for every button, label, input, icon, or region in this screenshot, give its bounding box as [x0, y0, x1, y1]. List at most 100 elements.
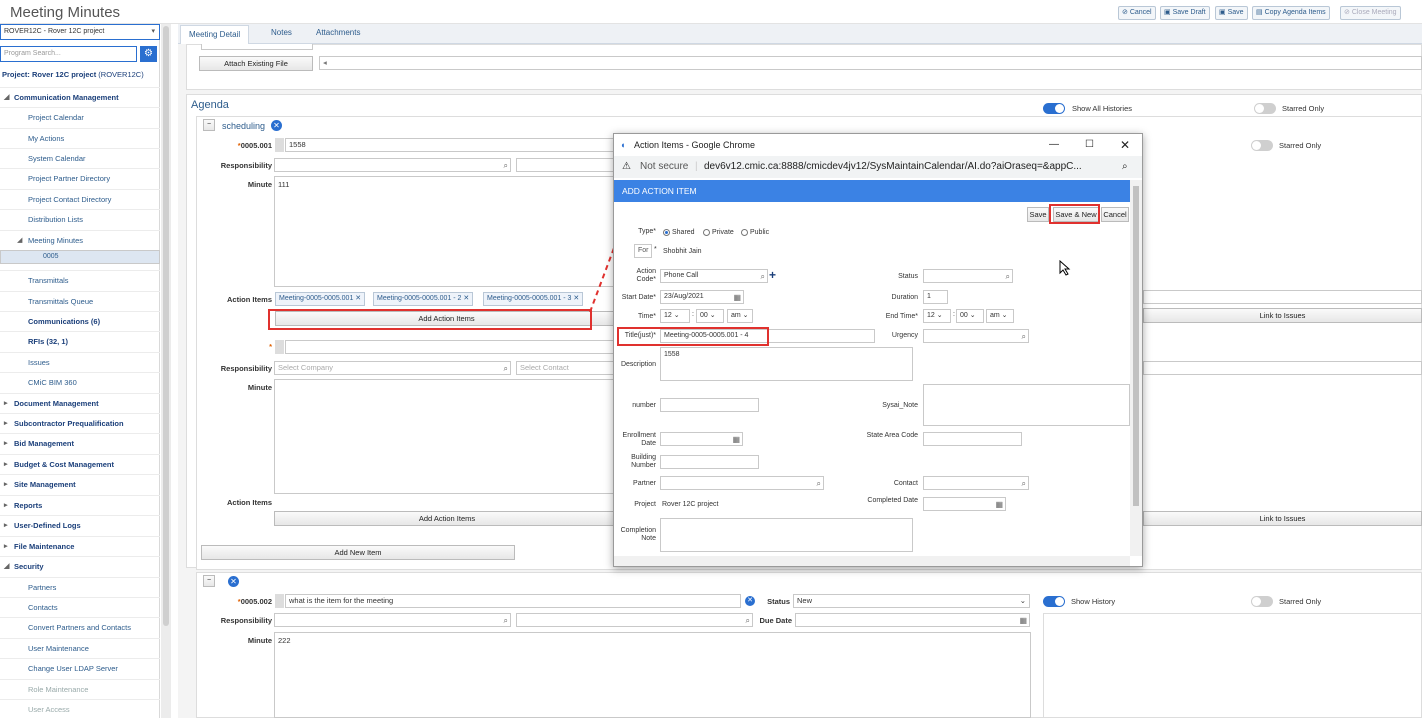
chevron-right-icon[interactable]: ▸ [4, 434, 8, 454]
tab-meeting-detail[interactable]: Meeting Detail [180, 25, 250, 44]
sidebar-item[interactable]: ▸ Site Management [0, 474, 160, 494]
sidebar-item[interactable]: Distribution Lists [0, 209, 160, 229]
remove-item-icon[interactable]: ✕ [228, 576, 239, 587]
building-number-input[interactable] [660, 455, 759, 469]
gear-icon[interactable]: ⚙ [140, 46, 157, 62]
clear-icon[interactable]: ✕ [745, 596, 755, 606]
add-new-item-button[interactable]: Add New Item [201, 545, 515, 560]
sidebar-item[interactable]: ▸ User-Defined Logs [0, 515, 160, 535]
collapse-icon[interactable]: − [203, 119, 215, 131]
contact-input[interactable]: Select Contact [516, 361, 626, 375]
time-hour-select[interactable]: 12 ⌄ [660, 309, 690, 323]
urgency-input[interactable]: ⌕ [923, 329, 1029, 343]
time-min-select[interactable]: 00 ⌄ [696, 309, 724, 323]
partner-input[interactable]: ⌕ [660, 476, 824, 490]
action-code-input[interactable]: Phone Call ⌕ [660, 269, 768, 283]
company-input[interactable]: ⌕ [274, 613, 511, 627]
type-private-radio[interactable] [703, 229, 710, 236]
sidebar-item[interactable]: Project Contact Directory [0, 189, 160, 209]
cancel-button[interactable]: Cancel [1101, 207, 1129, 222]
starred-only-toggle[interactable] [1254, 103, 1276, 114]
sidebar-item[interactable]: System Calendar [0, 148, 160, 168]
sidebar-item[interactable]: Issues [0, 352, 160, 372]
chevron-right-icon[interactable]: ▸ [4, 414, 8, 434]
completed-date-input[interactable]: ▦ [923, 497, 1006, 511]
sidebar-item[interactable]: RFIs (32, 1) [0, 331, 160, 351]
chevron-right-icon[interactable]: ▸ [4, 496, 8, 516]
end-min-select[interactable]: 00 ⌄ [956, 309, 984, 323]
tab-notes[interactable]: Notes [271, 28, 292, 37]
state-area-code-input[interactable] [923, 432, 1022, 446]
cancel-button[interactable]: ⊘ Cancel [1118, 6, 1156, 20]
sidebar-item[interactable]: ▸ File Maintenance [0, 536, 160, 556]
add-icon[interactable]: + [769, 268, 776, 282]
number-input[interactable] [660, 398, 759, 412]
sysai-note-textarea[interactable] [923, 384, 1130, 426]
sidebar-item[interactable]: ◢ Communication Management [0, 87, 160, 107]
type-public-radio[interactable] [741, 229, 748, 236]
program-search-input[interactable]: Program Search... [0, 46, 137, 62]
chevron-right-icon[interactable]: ▸ [4, 394, 8, 414]
end-ampm-select[interactable]: am ⌄ [986, 309, 1014, 323]
link-to-issues-button[interactable]: Link to Issues [1143, 511, 1422, 526]
sidebar-item[interactable]: 0005 [0, 250, 160, 264]
start-date-input[interactable]: 23/Aug/2021 ▦ [660, 290, 744, 304]
close-meeting-button[interactable]: ⊘ Close Meeting [1340, 6, 1401, 20]
item-title-input[interactable]: 1558 [285, 138, 625, 152]
chevron-right-icon[interactable]: ▸ [4, 455, 8, 475]
contact-input[interactable]: ⌕ [923, 476, 1029, 490]
sidebar-item[interactable]: Communications (6) [0, 311, 160, 331]
project-select[interactable]: ROVER12C - Rover 12C project ▾ [0, 24, 160, 40]
copy-agenda-items-button[interactable]: ▤ Copy Agenda Items [1252, 6, 1330, 20]
sidebar-item[interactable]: CMiC BIM 360 [0, 372, 160, 392]
due-date-input[interactable]: ▦ [795, 613, 1030, 627]
completion-note-textarea[interactable] [660, 518, 913, 552]
starred-only-toggle[interactable] [1251, 596, 1273, 607]
sidebar-item[interactable]: Change User LDAP Server [0, 658, 160, 678]
action-item-chip[interactable]: Meeting-0005-0005.001 - 2 ✕ [373, 292, 474, 306]
enrollment-date-input[interactable]: ▦ [660, 432, 743, 446]
sidebar-item[interactable]: ◢ Security [0, 556, 160, 576]
contact-input[interactable]: ⌕ [516, 613, 753, 627]
sidebar-item[interactable]: ▸ Subcontractor Prequalification [0, 413, 160, 433]
action-item-chip[interactable]: Meeting-0005-0005.001 - 3 ✕ [483, 292, 584, 306]
drag-handle-icon[interactable] [275, 138, 284, 152]
attach-existing-file-button[interactable]: Attach Existing File [199, 56, 313, 71]
time-ampm-select[interactable]: am ⌄ [727, 309, 753, 323]
description-textarea[interactable]: 1558 [660, 347, 913, 381]
sidebar-item[interactable]: Convert Partners and Contacts [0, 617, 160, 637]
save-draft-button[interactable]: ▣ Save Draft [1160, 6, 1210, 20]
company-input[interactable]: ⌕ [274, 158, 511, 172]
save-button[interactable]: Save [1027, 207, 1049, 222]
sidebar-item[interactable]: ▸ Document Management [0, 393, 160, 413]
dialog-vertical-scrollbar[interactable] [1130, 180, 1142, 556]
close-icon[interactable]: ✕ [1120, 134, 1130, 156]
maximize-icon[interactable]: ☐ [1085, 134, 1094, 156]
chevron-right-icon[interactable]: ▸ [4, 537, 8, 557]
chevron-down-icon[interactable]: ◢ [4, 88, 9, 108]
chevron-down-icon[interactable]: ◢ [17, 231, 22, 251]
sidebar-item[interactable]: Role Maintenance [0, 679, 160, 699]
dialog-horizontal-scrollbar[interactable] [614, 556, 1130, 566]
sidebar-item[interactable]: User Maintenance [0, 638, 160, 658]
show-history-toggle[interactable] [1043, 596, 1065, 607]
remove-group-icon[interactable]: ✕ [271, 120, 282, 131]
sidebar-item[interactable]: ▸ Reports [0, 495, 160, 515]
status-input[interactable]: ⌕ [923, 269, 1013, 283]
contact-input[interactable] [516, 158, 626, 172]
add-action-items-button[interactable]: Add Action Items [274, 511, 620, 526]
item-title-input[interactable] [285, 340, 625, 354]
sidebar-item[interactable]: ▸ Bid Management [0, 433, 160, 453]
action-item-chip[interactable]: Meeting-0005-0005.001 ✕ [275, 292, 366, 306]
minute-textarea[interactable]: 111 [274, 176, 626, 287]
end-hour-select[interactable]: 12 ⌄ [923, 309, 951, 323]
sidebar-item[interactable]: User Access [0, 699, 160, 718]
sidebar-item[interactable]: My Actions [0, 128, 160, 148]
sidebar-item[interactable]: Transmittals [0, 270, 160, 290]
for-button[interactable]: For [634, 244, 652, 258]
drag-handle-icon[interactable] [275, 594, 284, 608]
collapse-icon[interactable]: − [203, 575, 215, 587]
starred-only-toggle[interactable] [1251, 140, 1273, 151]
address-bar[interactable]: ⚠ Not secure | dev6v12.cmic.ca:8888/cmic… [614, 156, 1142, 178]
minute-textarea[interactable] [274, 379, 626, 494]
